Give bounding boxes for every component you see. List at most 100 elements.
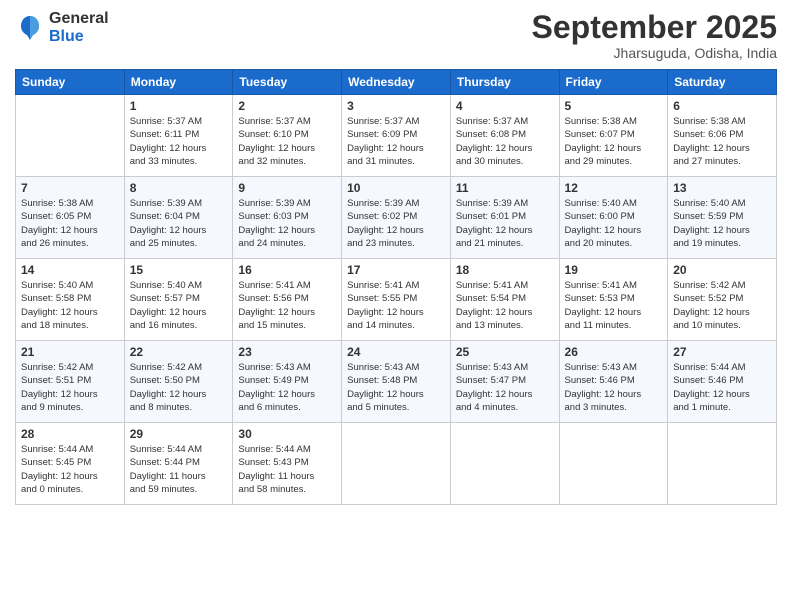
table-row: 27 Sunrise: 5:44 AM Sunset: 5:46 PM Dayli… [668,341,777,423]
calendar-header-row: Sunday Monday Tuesday Wednesday Thursday… [16,70,777,95]
table-row: 22Sunrise: 5:42 AM Sunset: 5:50 PM Dayli… [124,341,233,423]
table-row [450,423,559,505]
col-monday: Monday [124,70,233,95]
col-thursday: Thursday [450,70,559,95]
day-info: Sunrise: 5:44 AM Sunset: 5:45 PM Dayligh… [21,443,119,496]
day-number: 26 [565,345,663,359]
day-number: 12 [565,181,663,195]
location-title: Jharsuguda, Odisha, India [532,45,777,61]
day-number: 5 [565,99,663,113]
day-info: Sunrise: 5:43 AM Sunset: 5:48 PM Dayligh… [347,361,445,414]
table-row: 23 Sunrise: 5:43 AM Sunset: 5:49 PM Dayli… [233,341,342,423]
table-row: 25 Sunrise: 5:43 AM Sunset: 5:47 PM Dayli… [450,341,559,423]
table-row: 28Sunrise: 5:44 AM Sunset: 5:45 PM Dayli… [16,423,125,505]
table-row: 19 Sunrise: 5:41 AM Sunset: 5:53 PM Dayli… [559,259,668,341]
day-number: 24 [347,345,445,359]
col-wednesday: Wednesday [342,70,451,95]
day-info: Sunrise: 5:40 AM Sunset: 5:59 PM Dayligh… [673,197,771,250]
calendar-week-5: 28Sunrise: 5:44 AM Sunset: 5:45 PM Dayli… [16,423,777,505]
day-number: 29 [130,427,228,441]
table-row: 5 Sunrise: 5:38 AM Sunset: 6:07 PM Daylig… [559,95,668,177]
day-info: Sunrise: 5:41 AM Sunset: 5:53 PM Dayligh… [565,279,663,332]
day-number: 17 [347,263,445,277]
day-number: 23 [238,345,336,359]
table-row: 6 Sunrise: 5:38 AM Sunset: 6:06 PM Daylig… [668,95,777,177]
calendar-week-4: 21Sunrise: 5:42 AM Sunset: 5:51 PM Dayli… [16,341,777,423]
day-info: Sunrise: 5:39 AM Sunset: 6:02 PM Dayligh… [347,197,445,250]
day-info: Sunrise: 5:44 AM Sunset: 5:46 PM Dayligh… [673,361,771,414]
calendar-week-1: 1Sunrise: 5:37 AM Sunset: 6:11 PM Daylig… [16,95,777,177]
day-number: 10 [347,181,445,195]
day-number: 6 [673,99,771,113]
table-row [342,423,451,505]
table-row: 13 Sunrise: 5:40 AM Sunset: 5:59 PM Dayli… [668,177,777,259]
table-row: 3 Sunrise: 5:37 AM Sunset: 6:09 PM Daylig… [342,95,451,177]
table-row: 17Sunrise: 5:41 AM Sunset: 5:55 PM Dayli… [342,259,451,341]
table-row: 20 Sunrise: 5:42 AM Sunset: 5:52 PM Dayli… [668,259,777,341]
table-row: 1Sunrise: 5:37 AM Sunset: 6:11 PM Daylig… [124,95,233,177]
day-number: 30 [238,427,336,441]
day-number: 8 [130,181,228,195]
day-info: Sunrise: 5:42 AM Sunset: 5:50 PM Dayligh… [130,361,228,414]
day-number: 19 [565,263,663,277]
col-sunday: Sunday [16,70,125,95]
table-row: 15 Sunrise: 5:40 AM Sunset: 5:57 PM Dayli… [124,259,233,341]
day-info: Sunrise: 5:40 AM Sunset: 6:00 PM Dayligh… [565,197,663,250]
day-info: Sunrise: 5:43 AM Sunset: 5:49 PM Dayligh… [238,361,336,414]
day-info: Sunrise: 5:40 AM Sunset: 5:58 PM Dayligh… [21,279,119,332]
col-saturday: Saturday [668,70,777,95]
day-info: Sunrise: 5:42 AM Sunset: 5:52 PM Dayligh… [673,279,771,332]
day-number: 25 [456,345,554,359]
calendar-week-2: 7Sunrise: 5:38 AM Sunset: 6:05 PM Daylig… [16,177,777,259]
col-tuesday: Tuesday [233,70,342,95]
logo-icon [15,13,45,43]
table-row: 29 Sunrise: 5:44 AM Sunset: 5:44 PM Dayli… [124,423,233,505]
day-info: Sunrise: 5:38 AM Sunset: 6:07 PM Dayligh… [565,115,663,168]
col-friday: Friday [559,70,668,95]
calendar-week-3: 14 Sunrise: 5:40 AM Sunset: 5:58 PM Dayli… [16,259,777,341]
day-number: 15 [130,263,228,277]
logo-blue: Blue [49,28,109,46]
day-number: 13 [673,181,771,195]
day-info: Sunrise: 5:39 AM Sunset: 6:04 PM Dayligh… [130,197,228,250]
day-info: Sunrise: 5:37 AM Sunset: 6:09 PM Dayligh… [347,115,445,168]
day-info: Sunrise: 5:37 AM Sunset: 6:08 PM Dayligh… [456,115,554,168]
table-row [16,95,125,177]
day-info: Sunrise: 5:37 AM Sunset: 6:10 PM Dayligh… [238,115,336,168]
day-info: Sunrise: 5:44 AM Sunset: 5:43 PM Dayligh… [238,443,336,496]
day-number: 4 [456,99,554,113]
logo: General Blue [15,10,109,45]
table-row: 4 Sunrise: 5:37 AM Sunset: 6:08 PM Daylig… [450,95,559,177]
table-row: 10 Sunrise: 5:39 AM Sunset: 6:02 PM Dayli… [342,177,451,259]
day-info: Sunrise: 5:43 AM Sunset: 5:46 PM Dayligh… [565,361,663,414]
day-info: Sunrise: 5:40 AM Sunset: 5:57 PM Dayligh… [130,279,228,332]
table-row: 21Sunrise: 5:42 AM Sunset: 5:51 PM Dayli… [16,341,125,423]
day-number: 14 [21,263,119,277]
table-row: 26 Sunrise: 5:43 AM Sunset: 5:46 PM Dayli… [559,341,668,423]
day-info: Sunrise: 5:43 AM Sunset: 5:47 PM Dayligh… [456,361,554,414]
day-number: 11 [456,181,554,195]
day-number: 3 [347,99,445,113]
day-number: 1 [130,99,228,113]
day-info: Sunrise: 5:44 AM Sunset: 5:44 PM Dayligh… [130,443,228,496]
day-info: Sunrise: 5:41 AM Sunset: 5:54 PM Dayligh… [456,279,554,332]
day-number: 18 [456,263,554,277]
table-row: 30 Sunrise: 5:44 AM Sunset: 5:43 PM Dayli… [233,423,342,505]
table-row: 18 Sunrise: 5:41 AM Sunset: 5:54 PM Dayli… [450,259,559,341]
day-info: Sunrise: 5:38 AM Sunset: 6:06 PM Dayligh… [673,115,771,168]
month-title: September 2025 [532,10,777,45]
day-info: Sunrise: 5:38 AM Sunset: 6:05 PM Dayligh… [21,197,119,250]
table-row: 7Sunrise: 5:38 AM Sunset: 6:05 PM Daylig… [16,177,125,259]
table-row: 14 Sunrise: 5:40 AM Sunset: 5:58 PM Dayli… [16,259,125,341]
header: General Blue September 2025 Jharsuguda, … [15,10,777,61]
day-number: 9 [238,181,336,195]
table-row: 16Sunrise: 5:41 AM Sunset: 5:56 PM Dayli… [233,259,342,341]
table-row: 11Sunrise: 5:39 AM Sunset: 6:01 PM Dayli… [450,177,559,259]
day-info: Sunrise: 5:41 AM Sunset: 5:56 PM Dayligh… [238,279,336,332]
table-row: 12 Sunrise: 5:40 AM Sunset: 6:00 PM Dayli… [559,177,668,259]
logo-general: General [49,10,109,28]
day-number: 27 [673,345,771,359]
logo-text: General Blue [49,10,109,45]
day-number: 2 [238,99,336,113]
day-number: 20 [673,263,771,277]
